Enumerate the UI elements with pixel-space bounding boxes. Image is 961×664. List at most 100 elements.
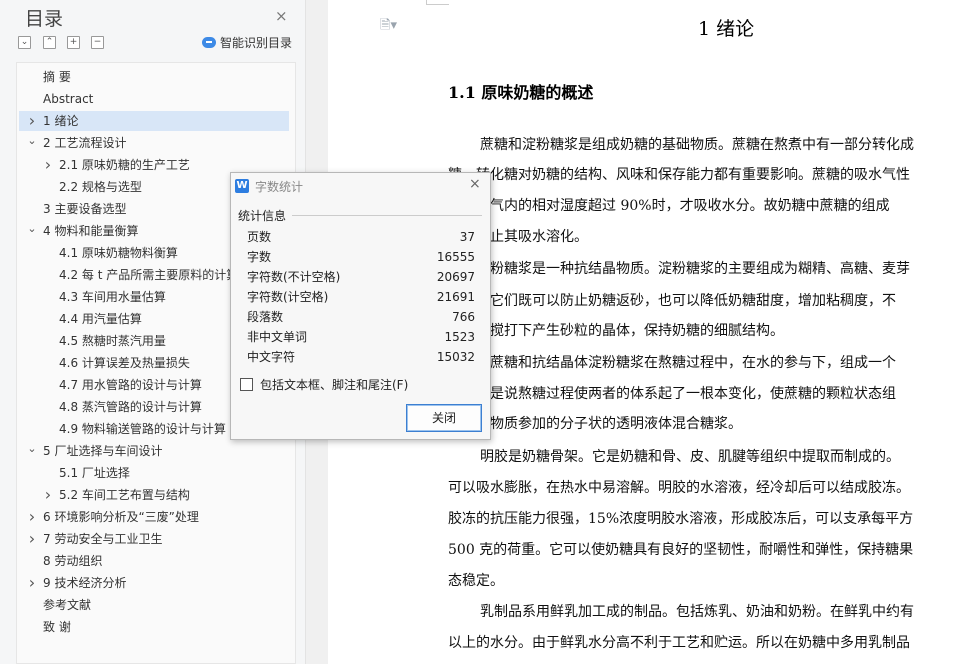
smart-toc-button[interactable]: 智能识别目录 (202, 34, 292, 51)
toc-item-label: 4.1 原味奶糖物料衡算 (59, 246, 178, 260)
toc-item-label: 摘 要 (43, 70, 71, 84)
paragraph-line: 500 克的荷重。它可以使奶糖具有良好的坚韧性，耐嚼性和弹性，保持糖果 (448, 542, 914, 558)
toc-item[interactable]: 9 技术经济分析 (19, 573, 289, 593)
include-textbox-footnotes-checkbox[interactable]: 包括文本框、脚注和尾注(F) (240, 377, 408, 393)
toc-item[interactable]: Abstract (19, 89, 289, 109)
word-count-dialog: W 字数统计 × 统计信息 页数 37 字数 16555 字符数(不计空格) 20697 字… (230, 172, 491, 440)
toc-item-label: 参考文献 (43, 598, 92, 612)
close-button[interactable]: 关闭 (406, 404, 482, 432)
chevron-right-icon[interactable] (43, 155, 53, 175)
toc-item-label: 9 技术经济分析 (43, 576, 127, 590)
paragraph-line: 态稳定。 (448, 573, 504, 589)
stat-value: 37 (459, 230, 475, 244)
dialog-title: 字数统计 (255, 180, 304, 194)
toc-item-label: 4.3 车间用水量估算 (59, 290, 166, 304)
chevron-down-icon[interactable] (27, 441, 37, 461)
toc-item-label: 7 劳动安全与工业卫生 (43, 532, 163, 546)
toc-item-label: 4.6 计算误差及热量损失 (59, 356, 190, 370)
paragraph-line: 乳制品系用鲜乳加工成的制品。包括炼乳、奶油和奶粉。在鲜乳中约有 (480, 604, 914, 620)
stat-row: 中文字符 15032 (247, 347, 475, 367)
toc-item-label: 5.2 车间工艺布置与结构 (59, 488, 190, 502)
toc-item-label: 4.2 每 t 产品所需主要原料的计算 (59, 268, 239, 282)
stat-label: 段落数 (247, 310, 284, 324)
toc-item-label: 2 工艺流程设计 (43, 136, 127, 150)
page-corner-mark (426, 0, 449, 5)
chapter-title: 1 绪论 (698, 18, 755, 40)
paragraph-line: 明胶是奶糖骨架。它是奶糖和骨、皮、肌腱等组织中提取而制成的。 (480, 449, 900, 465)
smart-toc-label: 智能识别目录 (220, 36, 293, 50)
stats-group-label: 统计信息 (238, 209, 287, 223)
paragraph-line: 就是说熬糖过程使两者的体系起了一根本变化，使蔗糖的颗粒状态组 (476, 386, 896, 402)
chevron-down-icon[interactable] (27, 133, 37, 153)
remove-heading-icon[interactable]: − (91, 36, 104, 49)
chevron-right-icon[interactable] (27, 111, 37, 131)
paragraph-line: 晶物质参加的分子状的透明液体混合糖浆。 (476, 416, 742, 432)
toc-item[interactable]: 1 绪论 (19, 111, 289, 131)
chevron-right-icon[interactable] (27, 573, 37, 593)
stat-value: 1523 (444, 330, 475, 344)
stat-row: 页数 37 (247, 227, 475, 247)
toc-item-label: 2.2 规格与选型 (59, 180, 142, 194)
toc-item-label: 3 主要设备选型 (43, 202, 127, 216)
toc-item[interactable]: 摘 要 (19, 67, 289, 87)
toc-item[interactable]: 2 工艺流程设计 (19, 133, 289, 153)
stat-label: 中文字符 (247, 350, 296, 364)
stat-row: 段落数 766 (247, 307, 475, 327)
expand-up-icon[interactable]: ⌃ (43, 36, 56, 49)
toc-item-label: 4.5 熬糖时蒸汽用量 (59, 334, 166, 348)
toc-item-label: 6 环境影响分析及“三废”处理 (43, 510, 199, 524)
toc-item-label: 1 绪论 (43, 114, 79, 128)
stat-value: 20697 (436, 270, 475, 284)
stat-label: 字数 (247, 250, 272, 264)
wps-writer-icon: W (235, 179, 249, 193)
checkbox-label: 包括文本框、脚注和尾注(F) (260, 378, 409, 392)
chevron-down-icon[interactable] (27, 221, 37, 241)
toc-item[interactable]: 致 谢 (19, 617, 289, 637)
collapse-all-icon[interactable]: ⌄ (18, 36, 31, 49)
toc-item-label: 4.7 用水管路的设计与计算 (59, 378, 202, 392)
paragraph-line: 。它们既可以防止奶糖返砂，也可以降低奶糖甜度，增加粘稠度，不 (476, 293, 896, 309)
paragraph-line: 可以吸水膨胀，在热水中易溶解。明胶的水溶液，经冷却后可以结成胶冻。 (448, 480, 910, 496)
stat-label: 字符数(计空格) (247, 290, 329, 304)
toc-item[interactable]: 5 厂址选择与车间设计 (19, 441, 289, 461)
toc-item-label: 4 物料和能量衡算 (43, 224, 139, 238)
toc-item[interactable]: 6 环境影响分析及“三废”处理 (19, 507, 289, 527)
stat-row: 字符数(不计空格) 20697 (247, 267, 475, 287)
stat-row: 字数 16555 (247, 247, 475, 267)
toc-item[interactable]: 5.1 厂址选择 (19, 463, 289, 483)
toc-item[interactable]: 7 劳动安全与工业卫生 (19, 529, 289, 549)
toc-item-label: 2.1 原味奶糖的生产工艺 (59, 158, 190, 172)
document-menu-icon[interactable]: 🗎▾ (380, 16, 397, 38)
toc-item-label: 4.9 物料输送管路的设计与计算 (59, 422, 226, 436)
toc-title: 目录 (25, 8, 64, 30)
stat-value: 15032 (436, 350, 475, 364)
stat-value: 21691 (436, 290, 475, 304)
close-icon[interactable]: × (469, 176, 481, 192)
add-heading-icon[interactable]: + (67, 36, 80, 49)
paragraph-line: 体蔗糖和抗结晶体淀粉糖浆在熬糖过程中，在水的参与下，组成一个 (476, 355, 896, 371)
chevron-right-icon[interactable] (43, 485, 53, 505)
checkbox-icon[interactable] (240, 378, 253, 391)
dialog-titlebar[interactable]: W 字数统计 × (231, 173, 490, 199)
stat-label: 字符数(不计空格) (247, 270, 341, 284)
paragraph-line: 胶冻的抗压能力很强，15%浓度明胶水溶液，形成胶冻后，可以支承每平方 (448, 511, 914, 527)
paragraph-line: 烈搅打下产生砂粒的晶体，保持奶糖的细腻结构。 (476, 323, 784, 339)
toc-item[interactable]: 8 劳动组织 (19, 551, 289, 571)
paragraph-line: 以上的水分。由于鲜乳水分高不利于工艺和贮运。所以在奶糖中多用乳制品 (448, 635, 910, 651)
stat-row: 字符数(计空格) 21691 (247, 287, 475, 307)
toc-item[interactable]: 5.2 车间工艺布置与结构 (19, 485, 289, 505)
toc-item-label: 8 劳动组织 (43, 554, 103, 568)
toc-item-label: 致 谢 (43, 620, 71, 634)
section-title: 1.1 原味奶糖的概述 (448, 83, 594, 102)
divider (292, 215, 482, 216)
paragraph-line: 蔗糖和淀粉糖浆是组成奶糖的基础物质。蔗糖在熬煮中有一部分转化成 (480, 137, 914, 153)
chevron-right-icon[interactable] (27, 507, 37, 527)
toc-item-label: 5 厂址选择与车间设计 (43, 444, 163, 458)
toc-item[interactable]: 参考文献 (19, 595, 289, 615)
paragraph-line: 空气内的相对湿度超过 90%时，才吸收水分。故奶糖中蔗糖的组成 (476, 198, 890, 214)
paragraph-line: 糖，转化糖对奶糖的结构、风味和保存能力都有重要影响。蔗糖的吸水气性 (448, 167, 910, 183)
close-icon[interactable]: × (275, 7, 288, 25)
toc-item-label: 4.4 用汽量估算 (59, 312, 142, 326)
chevron-right-icon[interactable] (27, 529, 37, 549)
stat-value: 766 (452, 310, 475, 324)
